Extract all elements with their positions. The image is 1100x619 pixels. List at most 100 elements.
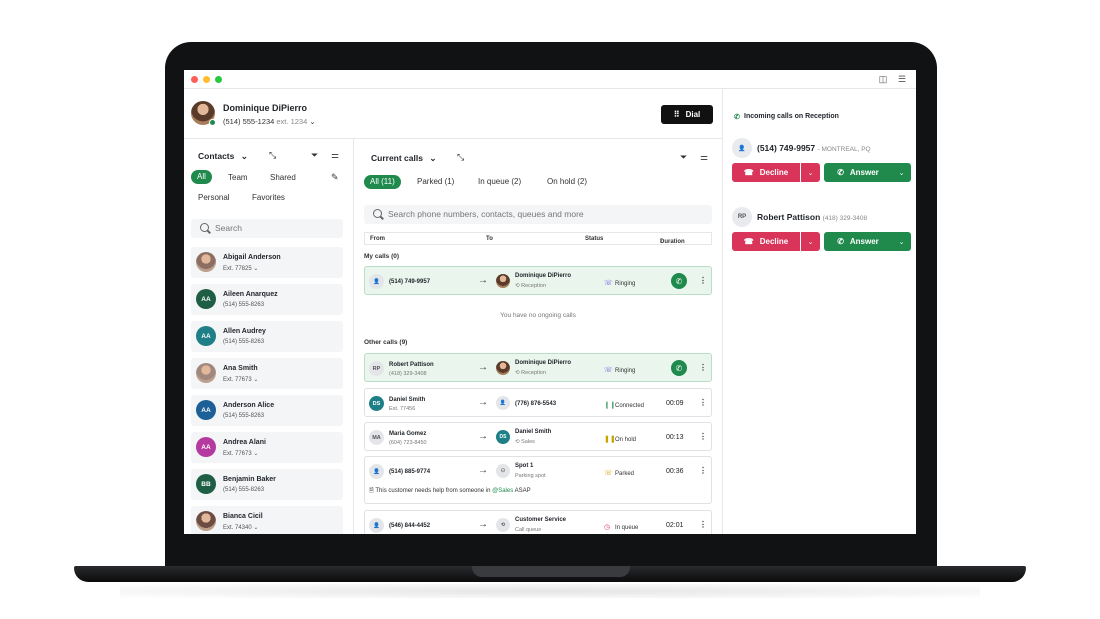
current-calls-title[interactable]: Current calls ⌄: [371, 153, 436, 164]
expand-icon[interactable]: ⤡: [269, 150, 276, 160]
call-status-label: Connected: [615, 403, 645, 409]
answer-button[interactable]: ✆ Answer: [824, 232, 892, 251]
contact-name: Ana Smith: [223, 365, 258, 372]
call-duration: 02:01: [666, 522, 684, 529]
call-row[interactable]: RP Robert Pattison (418) 329-3408 → Domi…: [364, 353, 712, 382]
calls-filter-in-queue[interactable]: In queue (2): [472, 175, 528, 189]
contact-name: Allen Audrey: [223, 328, 266, 335]
call-row[interactable]: MA Maria Gomez (604) 723-8450 → DS Danie…: [364, 422, 712, 451]
more-options-icon[interactable]: ⋮: [699, 363, 707, 372]
sort-arrow-icon: ↑: [660, 239, 663, 245]
contact-card[interactable]: Bianca Cicil Ext. 74340 ⌄: [191, 506, 343, 534]
chevron-down-icon[interactable]: ⌄: [252, 451, 258, 457]
contact-name: Bianca Cicil: [223, 513, 263, 520]
contact-card[interactable]: AA Andrea Alani Ext. 77673 ⌄: [191, 432, 343, 463]
search-icon: [200, 223, 209, 232]
queue-icon: ⟲: [515, 370, 520, 376]
arrow-right-icon: →: [478, 519, 488, 530]
incoming-caller: Robert Pattison (418) 329-3408: [757, 212, 867, 222]
incoming-calls-title-label: Incoming calls on Reception: [744, 113, 839, 120]
contacts-tab-team[interactable]: Team: [228, 173, 248, 182]
maximize-window-button[interactable]: [215, 76, 222, 83]
contacts-search-input[interactable]: Search: [191, 219, 343, 238]
chevron-down-icon: ⌄: [240, 151, 248, 161]
answer-options-dropdown[interactable]: ⌄: [892, 232, 911, 251]
minimize-window-button[interactable]: [203, 76, 210, 83]
answer-label: Answer: [849, 237, 879, 246]
contacts-tab-all[interactable]: All: [191, 170, 212, 184]
decline-options-dropdown[interactable]: ⌄: [801, 232, 820, 251]
caller-avatar: DS: [369, 396, 384, 411]
settings-sliders-icon[interactable]: ☰: [897, 74, 907, 84]
contact-detail: (514) 555-8263: [223, 339, 264, 345]
panel-toggle-icon[interactable]: ◫: [878, 74, 888, 84]
contacts-tab-favorites[interactable]: Favorites: [252, 193, 285, 202]
answer-options-dropdown[interactable]: ⌄: [892, 163, 911, 182]
call-to-sub: Call queue: [515, 527, 542, 533]
contact-detail-text: Ext. 77825: [223, 266, 252, 272]
close-window-button[interactable]: [191, 76, 198, 83]
more-options-icon[interactable]: ⋮: [699, 466, 707, 475]
contact-card[interactable]: Abigail Anderson Ext. 77825 ⌄: [191, 247, 343, 278]
contacts-tab-shared[interactable]: Shared: [270, 173, 296, 182]
answer-call-button[interactable]: ✆: [671, 360, 687, 376]
more-options-icon[interactable]: ⋮: [699, 398, 707, 407]
dial-button-label: Dial: [685, 110, 701, 119]
call-to-name: Daniel Smith: [515, 429, 552, 435]
chevron-down-icon[interactable]: ⌄: [252, 377, 258, 383]
call-row[interactable]: 👤 (514) 885-9774 → ⚇ Spot 1 Parking spot…: [364, 456, 712, 504]
chevron-down-icon[interactable]: ⌄: [252, 525, 258, 531]
filter-icon[interactable]: ⏷: [680, 152, 687, 162]
filter-icon[interactable]: ⏷: [311, 150, 318, 160]
contact-card[interactable]: Ana Smith Ext. 77673 ⌄: [191, 358, 343, 389]
call-note: 🗎 This customer needs help from someone …: [369, 486, 531, 496]
contact-avatar: BB: [196, 474, 216, 494]
more-options-icon[interactable]: ⋮: [699, 520, 707, 529]
call-row[interactable]: 👤 (546) 844-4452 → ⟲ Customer Service Ca…: [364, 510, 712, 534]
phone-icon: ✆: [734, 114, 740, 121]
column-from[interactable]: From: [370, 236, 385, 242]
arrow-right-icon: →: [478, 465, 488, 476]
chevron-down-icon[interactable]: ⌄: [252, 266, 258, 272]
contact-detail-text: (514) 555-8263: [223, 413, 265, 419]
arrow-right-icon: →: [478, 275, 488, 286]
incoming-divider: [722, 89, 723, 534]
decline-button[interactable]: ☎ Decline: [732, 163, 800, 182]
contact-detail-text: (514) 555-8263: [223, 339, 265, 345]
expand-icon[interactable]: ⤡: [457, 152, 464, 162]
call-status-label: In queue: [615, 525, 639, 531]
contact-card[interactable]: AA Aileen Anarquez (514) 555-8263: [191, 284, 343, 315]
contact-card[interactable]: BB Benjamin Baker (514) 555-8263: [191, 469, 343, 500]
calls-filter-parked[interactable]: Parked (1): [411, 175, 461, 189]
contact-card[interactable]: AA Allen Audrey (514) 555-8263: [191, 321, 343, 352]
answer-button[interactable]: ✆ Answer: [824, 163, 892, 182]
contact-detail: (514) 555-8263: [223, 302, 264, 308]
contact-card[interactable]: AA Anderson Alice (514) 555-8263: [191, 395, 343, 426]
call-from: (546) 844-4452: [389, 523, 431, 529]
call-row[interactable]: DS Daniel Smith Ext. 77456 → 👤 (776) 876…: [364, 388, 712, 417]
calls-search-input[interactable]: Search phone numbers, contacts, queues a…: [364, 205, 712, 224]
decline-button[interactable]: ☎ Decline: [732, 232, 800, 251]
incoming-calls-title: ✆ Incoming calls on Reception: [734, 113, 839, 121]
edit-pencil-icon[interactable]: ✎: [331, 172, 339, 182]
arrow-right-icon: →: [478, 362, 488, 373]
more-options-icon[interactable]: ⋮: [699, 432, 707, 441]
incoming-caller: (514) 749-9957 - MONTREAL, PQ: [757, 143, 871, 153]
call-duration: 00:13: [666, 434, 684, 441]
call-note-mention[interactable]: @Sales: [492, 488, 513, 494]
contacts-title[interactable]: Contacts ⌄: [198, 151, 248, 162]
settings-sliders-icon[interactable]: ⚌: [331, 150, 339, 160]
app-window: ◫ ☰ Dominique DiPierro (514) 555-1234 ex…: [184, 70, 916, 534]
answer-call-button[interactable]: ✆: [671, 273, 687, 289]
more-options-icon[interactable]: ⋮: [699, 276, 707, 285]
phone-icon: ✆: [837, 168, 844, 177]
calls-filter-on-hold[interactable]: On hold (2): [541, 175, 594, 189]
column-status[interactable]: Status: [585, 236, 603, 242]
settings-sliders-icon[interactable]: ⚌: [700, 152, 708, 162]
contacts-tab-personal[interactable]: Personal: [198, 193, 230, 202]
calls-filter-all[interactable]: All (11): [364, 175, 401, 189]
dial-button[interactable]: ⠿ Dial: [661, 105, 713, 124]
column-to[interactable]: To: [486, 236, 493, 242]
my-call-row[interactable]: 👤 (514) 749-9957 → Dominique DiPierro ⟲ …: [364, 266, 712, 295]
decline-options-dropdown[interactable]: ⌄: [801, 163, 820, 182]
